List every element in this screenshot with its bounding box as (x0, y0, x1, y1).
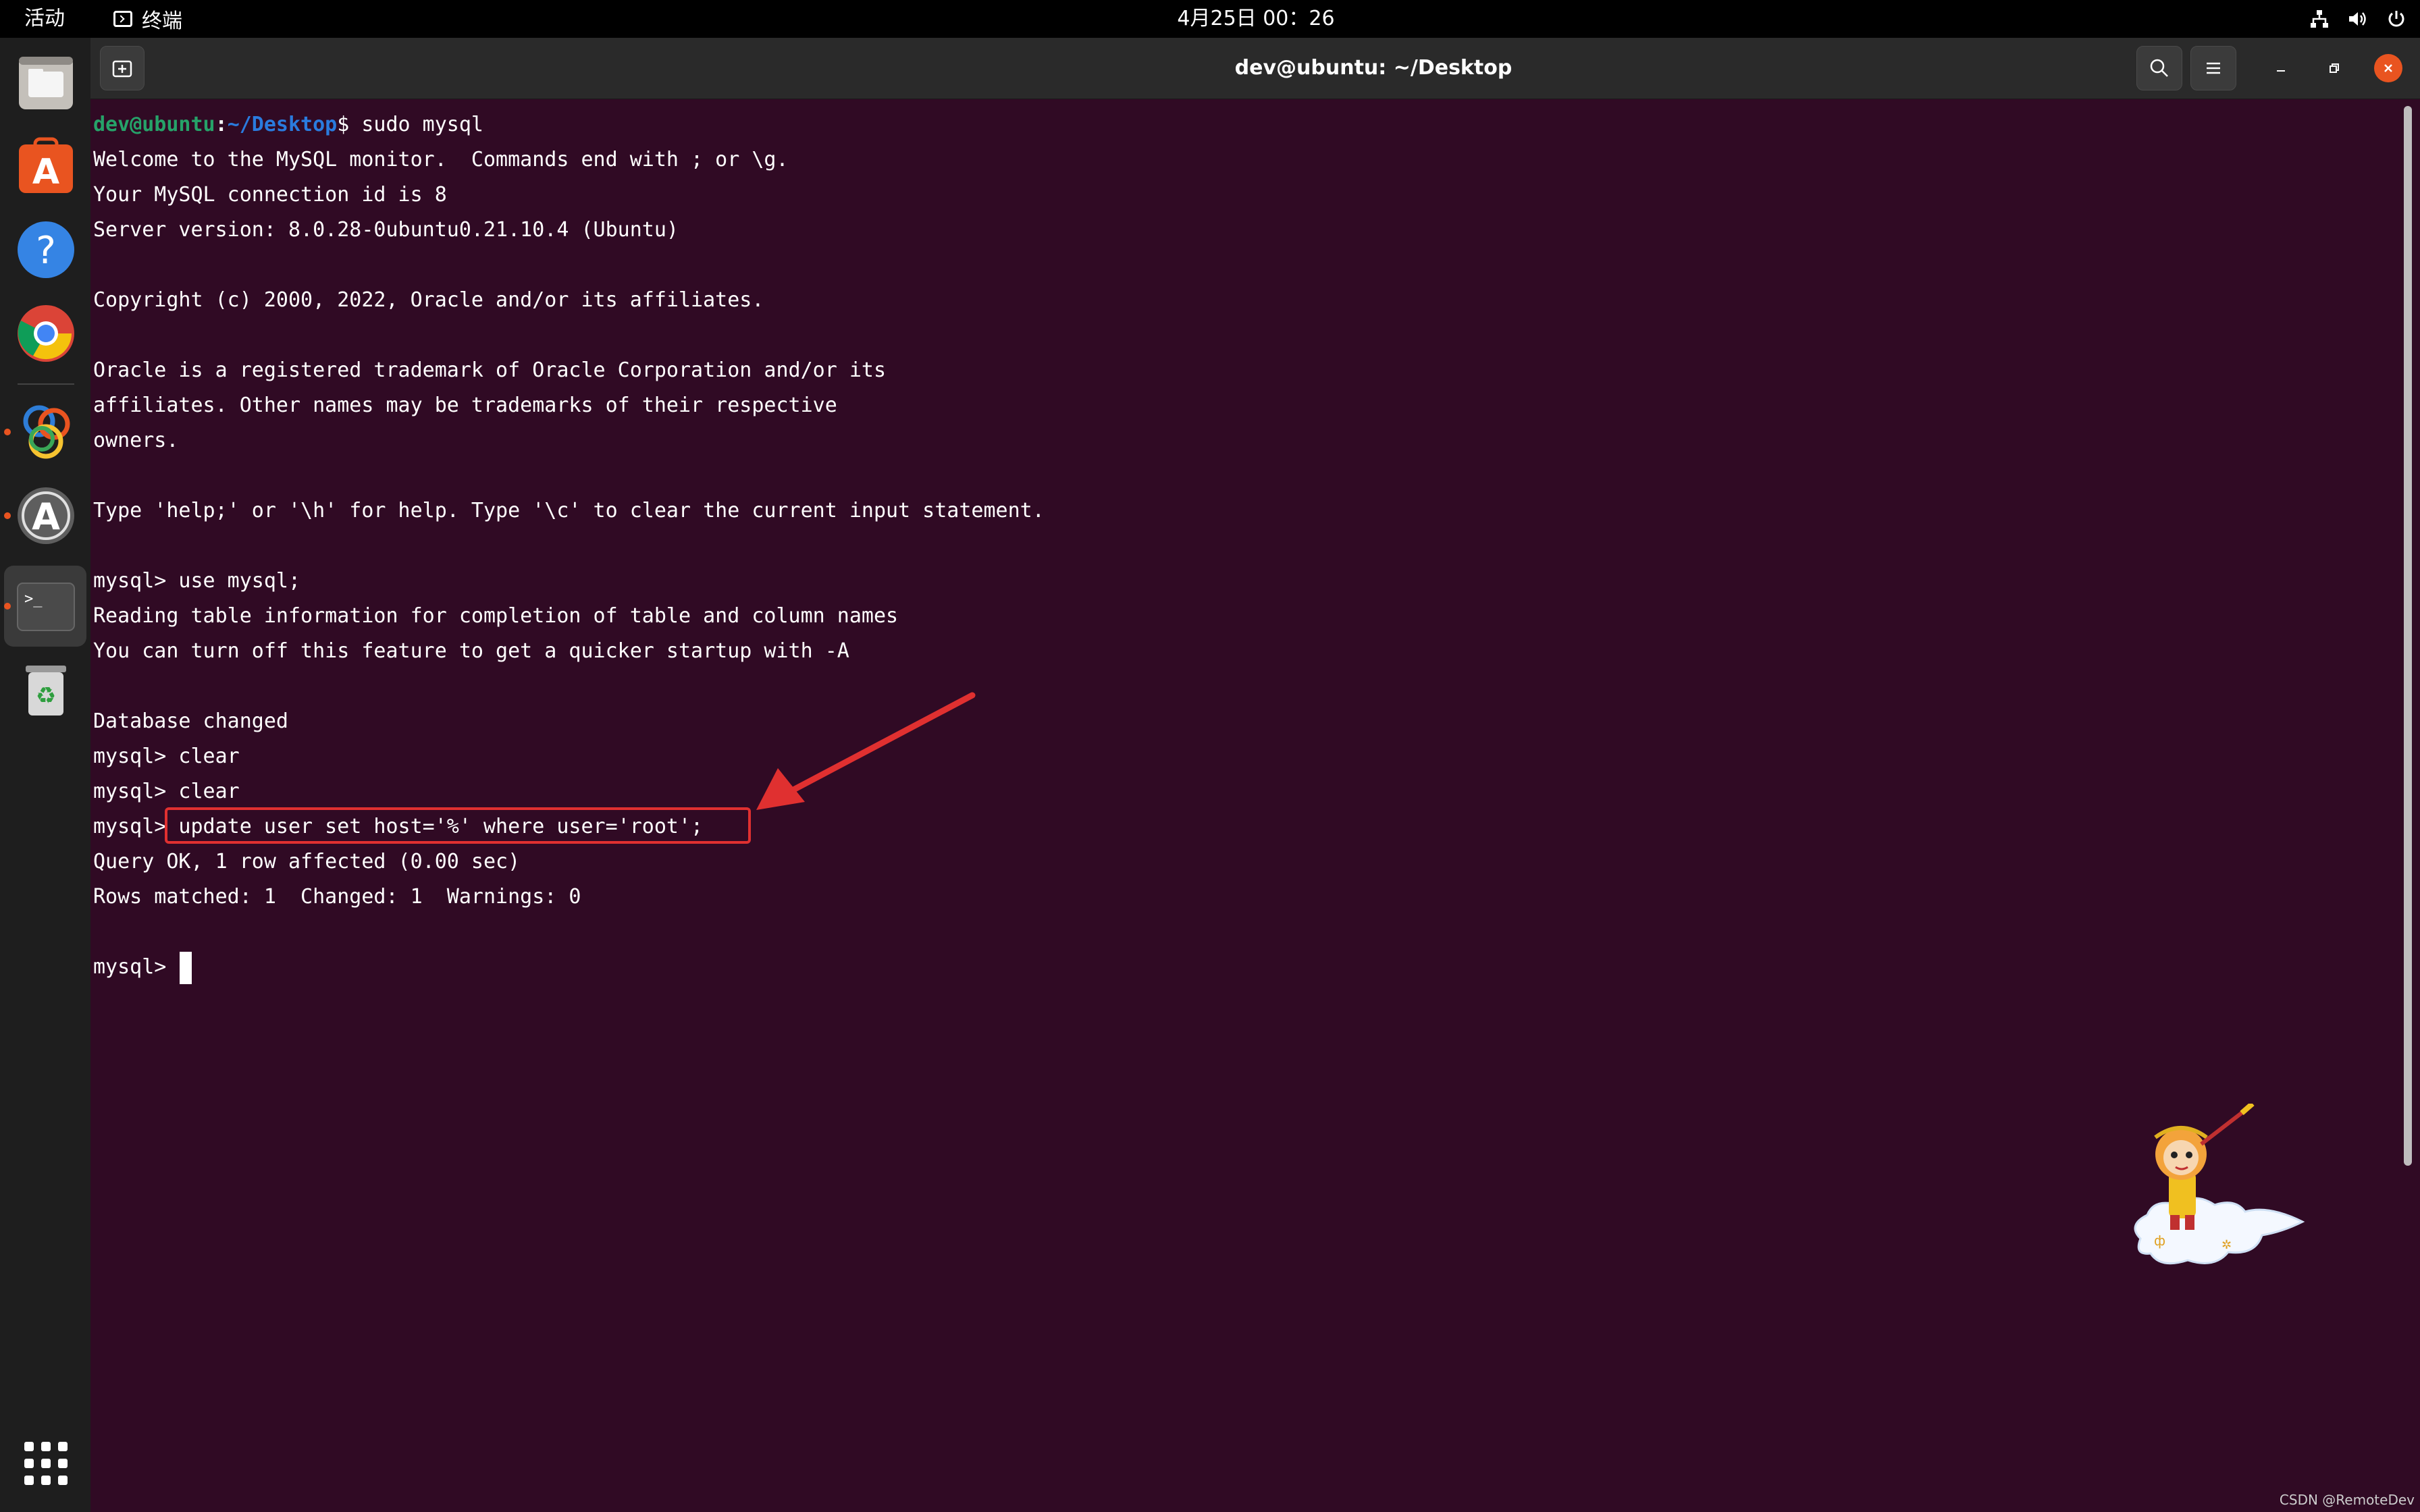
dock-item-updater[interactable]: A (0, 475, 90, 556)
output-line: Oracle is a registered trademark of Orac… (93, 358, 886, 382)
output-line: Rows matched: 1 Changed: 1 Warnings: 0 (93, 885, 581, 909)
network-icon (2311, 10, 2328, 28)
close-icon (2384, 64, 2392, 72)
monkey-king-mascot-icon: ф ✲ (2134, 1104, 2305, 1265)
volume-icon (2349, 12, 2366, 26)
running-indicator (4, 429, 11, 435)
grid-icon (24, 1442, 68, 1485)
annotation-arrow-icon (756, 692, 976, 810)
output-line: Welcome to the MySQL monitor. Commands e… (93, 148, 789, 171)
window-header: dev@ubuntu: ~/Desktop (90, 38, 2420, 99)
svg-text:ф: ф (2154, 1233, 2165, 1249)
prompt-user: dev@ubuntu (93, 113, 215, 136)
help-icon: ? (18, 221, 74, 278)
top-bar: 活动 终端 4月25日 00：26 (0, 0, 2420, 38)
output-line: Copyright (c) 2000, 2022, Oracle and/or … (93, 288, 764, 312)
search-icon (2150, 59, 2168, 77)
chrome-icon (18, 305, 74, 362)
text-cursor (180, 951, 192, 984)
close-button[interactable] (2374, 54, 2402, 82)
minimize-icon (2277, 70, 2285, 72)
svg-text:>_: >_ (24, 591, 43, 608)
output-line: You can turn off this feature to get a q… (93, 639, 849, 663)
terminal-icon: >_ (17, 583, 75, 631)
running-indicator (4, 512, 11, 519)
dock-item-files[interactable] (0, 42, 90, 123)
output-line: Query OK, 1 row affected (0.00 sec) (93, 850, 521, 873)
active-prompt-line[interactable]: mysql> (93, 950, 1045, 985)
watermark: CSDN @RemoteDev (2279, 1492, 2415, 1508)
app-menu-label: 终端 (142, 9, 182, 33)
output-line: Reading table information for completion… (93, 604, 899, 628)
prompt-path: ~/Desktop (227, 113, 338, 136)
dock-item-help[interactable]: ? (0, 209, 90, 290)
updater-icon: A (18, 487, 74, 544)
new-tab-icon (112, 60, 132, 78)
dock-separator (18, 383, 74, 385)
clock[interactable]: 4月25日 00：26 (1148, 5, 1364, 32)
terminal-area[interactable]: dev@ubuntu:~/Desktop$ sudo mysql Welcome… (90, 99, 2420, 1512)
output-line: owners. (93, 429, 179, 452)
output-line: Server version: 8.0.28-0ubuntu0.21.10.4 … (93, 218, 679, 242)
dock-item-trash[interactable]: ♻ (0, 649, 90, 730)
folder-icon (19, 57, 73, 109)
restore-icon (2330, 63, 2339, 73)
minimize-button[interactable] (2267, 54, 2295, 82)
terminal-output: dev@ubuntu:~/Desktop$ sudo mysql Welcome… (93, 107, 1045, 985)
output-line: mysql> use mysql; (93, 569, 301, 593)
show-applications-button[interactable] (0, 1423, 90, 1504)
app-menu[interactable]: 终端 (113, 5, 182, 33)
dock: A ? A >_ ♻ (0, 38, 90, 1512)
new-tab-button[interactable] (100, 46, 144, 90)
maximize-button[interactable] (2320, 54, 2348, 82)
prompt-line: dev@ubuntu:~/Desktop$ sudo mysql (93, 107, 1045, 142)
scrollbar[interactable] (2404, 106, 2412, 1166)
power-icon (2388, 11, 2404, 27)
terminal-small-icon (113, 11, 132, 27)
hamburger-icon (2207, 62, 2220, 74)
running-indicator (4, 603, 11, 610)
activities-button[interactable]: 活动 (24, 5, 65, 32)
svg-text:?: ? (36, 229, 56, 273)
output-line: affiliates. Other names may be trademark… (93, 394, 837, 417)
trash-icon: ♻ (26, 666, 66, 716)
dock-item-navicat[interactable] (0, 392, 90, 473)
search-button[interactable] (2136, 46, 2182, 90)
menu-button[interactable] (2190, 46, 2236, 90)
dock-item-terminal[interactable]: >_ (4, 566, 86, 647)
mysql-prompt: mysql> (93, 955, 179, 979)
dock-item-chrome[interactable] (0, 293, 90, 374)
app-store-icon: A (19, 137, 73, 193)
svg-text:♻: ♻ (36, 682, 56, 709)
svg-text:A: A (32, 495, 60, 538)
output-line: Your MySQL connection id is 8 (93, 183, 447, 207)
navicat-icon (23, 405, 70, 459)
window-title: dev@ubuntu: ~/Desktop (1234, 56, 1512, 80)
system-tray[interactable] (2309, 5, 2406, 32)
svg-text:A: A (32, 152, 59, 192)
dock-item-software[interactable]: A (0, 126, 90, 207)
svg-text:✲: ✲ (2221, 1238, 2232, 1252)
prompt-command: $ sudo mysql (337, 113, 483, 136)
prompt-colon: : (215, 113, 228, 136)
annotation-highlight-box (165, 807, 751, 844)
output-line: Type 'help;' or '\h' for help. Type '\c'… (93, 499, 1045, 522)
